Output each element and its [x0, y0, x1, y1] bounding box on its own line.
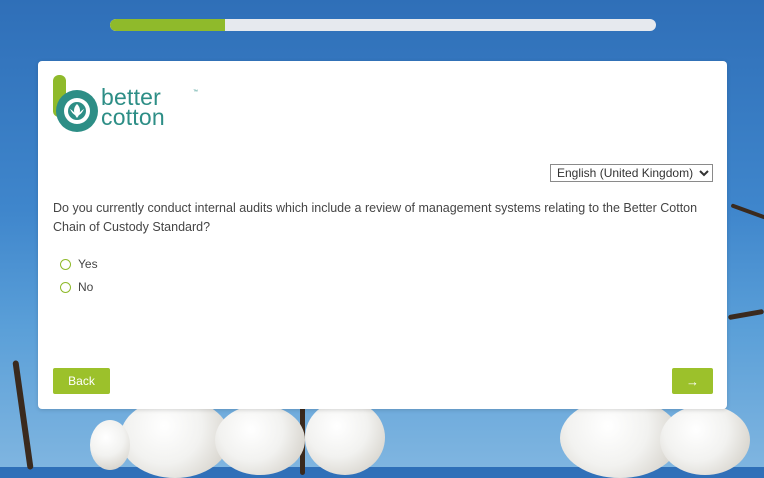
- background-cotton-boll: [305, 400, 385, 475]
- better-cotton-logo: better cotton ™: [53, 75, 203, 135]
- language-select[interactable]: English (United Kingdom): [550, 164, 713, 182]
- option-yes[interactable]: Yes: [60, 256, 98, 272]
- brand-wordmark: better cotton: [101, 86, 165, 130]
- question-text: Do you currently conduct internal audits…: [53, 201, 698, 234]
- background-branch: [727, 308, 764, 321]
- radio-yes[interactable]: [60, 258, 71, 270]
- option-no-label: No: [78, 280, 94, 294]
- option-no[interactable]: No: [60, 279, 93, 295]
- background-cotton-boll: [215, 405, 305, 475]
- option-yes-label: Yes: [78, 257, 98, 271]
- trademark-mark: ™: [193, 89, 198, 95]
- back-button[interactable]: Back: [53, 368, 110, 394]
- background-cotton-boll: [90, 420, 130, 470]
- progress-bar-fill: [110, 19, 225, 31]
- radio-no[interactable]: [60, 281, 71, 293]
- next-button[interactable]: →: [672, 368, 713, 394]
- background-branch: [12, 360, 34, 470]
- background-branch: [730, 203, 764, 221]
- background-cotton-boll: [660, 405, 750, 475]
- cotton-boll-logo-icon: [53, 75, 98, 132]
- background-cotton-boll: [560, 398, 680, 478]
- survey-card: better cotton ™ English (United Kingdom)…: [38, 61, 727, 409]
- progress-bar: [110, 19, 656, 31]
- brand-line-2: cotton: [101, 104, 165, 130]
- background-cotton-boll: [120, 398, 230, 478]
